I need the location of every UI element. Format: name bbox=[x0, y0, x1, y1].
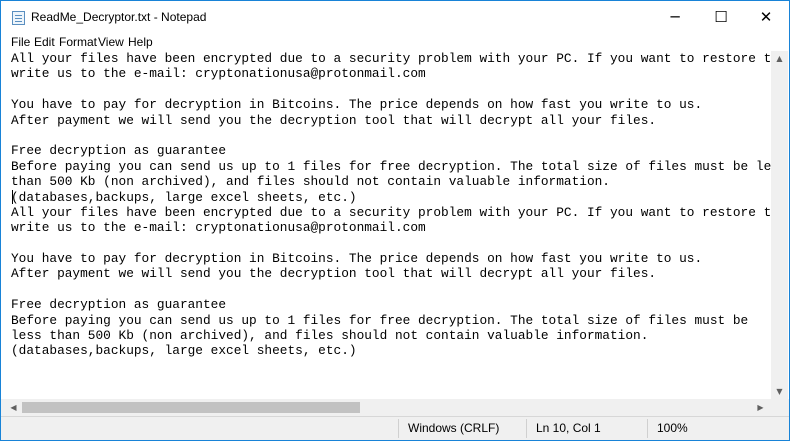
text-line: All your files have been encrypted due t… bbox=[11, 204, 771, 220]
menu-edit[interactable]: Edit bbox=[34, 35, 55, 49]
status-separator bbox=[647, 419, 648, 438]
text-line bbox=[11, 82, 771, 97]
menu-file[interactable]: File bbox=[11, 35, 30, 49]
horizontal-scrollbar[interactable]: ◀ ▶ bbox=[1, 399, 771, 416]
vertical-scrollbar[interactable]: ▲ ▼ bbox=[771, 51, 788, 399]
menu-help[interactable]: Help bbox=[128, 35, 153, 49]
status-separator bbox=[526, 419, 527, 438]
menu-format[interactable]: Format bbox=[59, 35, 97, 49]
menu-bar: File Edit Format View Help bbox=[1, 34, 789, 51]
text-line: write us to the e-mail: cryptonationusa@… bbox=[11, 220, 426, 236]
text-line: (databases,backups, large excel sheets, … bbox=[11, 189, 357, 205]
status-position: Ln 10, Col 1 bbox=[536, 421, 601, 435]
scroll-up-arrow-icon[interactable]: ▲ bbox=[771, 54, 788, 63]
text-line: All your files have been encrypted due t… bbox=[11, 51, 771, 66]
text-line bbox=[11, 282, 771, 297]
text-line: You have to pay for decryption in Bitcoi… bbox=[11, 251, 703, 267]
status-separator bbox=[398, 419, 399, 438]
text-line: Before paying you can send us up to 1 fi… bbox=[11, 312, 749, 328]
text-line: write us to the e-mail: cryptonationusa@… bbox=[11, 66, 426, 82]
scroll-down-arrow-icon[interactable]: ▼ bbox=[771, 387, 788, 396]
text-line: After payment we will send you the decry… bbox=[11, 266, 657, 282]
text-caret bbox=[12, 190, 13, 204]
text-line: Free decryption as guarantee bbox=[11, 297, 227, 313]
notepad-window: ReadMe_Decryptor.txt - Notepad ─ ☐ ✕ Fil… bbox=[0, 0, 790, 441]
scrollbar-corner bbox=[771, 399, 789, 416]
status-encoding: Windows (CRLF) bbox=[408, 421, 500, 435]
text-line: Before paying you can send us up to 1 fi… bbox=[11, 158, 771, 174]
text-line: than 500 Kb (non archived), and files sh… bbox=[11, 174, 610, 190]
text-line bbox=[11, 128, 771, 143]
title-bar[interactable]: ReadMe_Decryptor.txt - Notepad ─ ☐ ✕ bbox=[1, 1, 789, 33]
text-line: less than 500 Kb (non archived), and fil… bbox=[11, 328, 649, 344]
minimize-button[interactable]: ─ bbox=[652, 1, 698, 33]
text-line: Free decryption as guarantee bbox=[11, 143, 227, 159]
text-line: (databases,backups, large excel sheets, … bbox=[11, 343, 357, 359]
notepad-app-icon bbox=[12, 11, 25, 25]
maximize-button[interactable]: ☐ bbox=[698, 1, 744, 33]
window-title: ReadMe_Decryptor.txt - Notepad bbox=[31, 10, 207, 24]
text-editor[interactable]: All your files have been encrypted due t… bbox=[11, 51, 771, 399]
status-zoom: 100% bbox=[657, 421, 688, 435]
horizontal-scroll-thumb[interactable] bbox=[22, 402, 360, 413]
menu-view[interactable]: View bbox=[98, 35, 124, 49]
scroll-right-arrow-icon[interactable]: ▶ bbox=[752, 403, 769, 412]
close-button[interactable]: ✕ bbox=[743, 1, 789, 33]
text-line: After payment we will send you the decry… bbox=[11, 112, 657, 128]
text-line bbox=[11, 236, 771, 251]
text-line: You have to pay for decryption in Bitcoi… bbox=[11, 97, 703, 113]
scroll-left-arrow-icon[interactable]: ◀ bbox=[5, 403, 22, 412]
status-bar: Windows (CRLF) Ln 10, Col 1 100% bbox=[1, 416, 789, 440]
